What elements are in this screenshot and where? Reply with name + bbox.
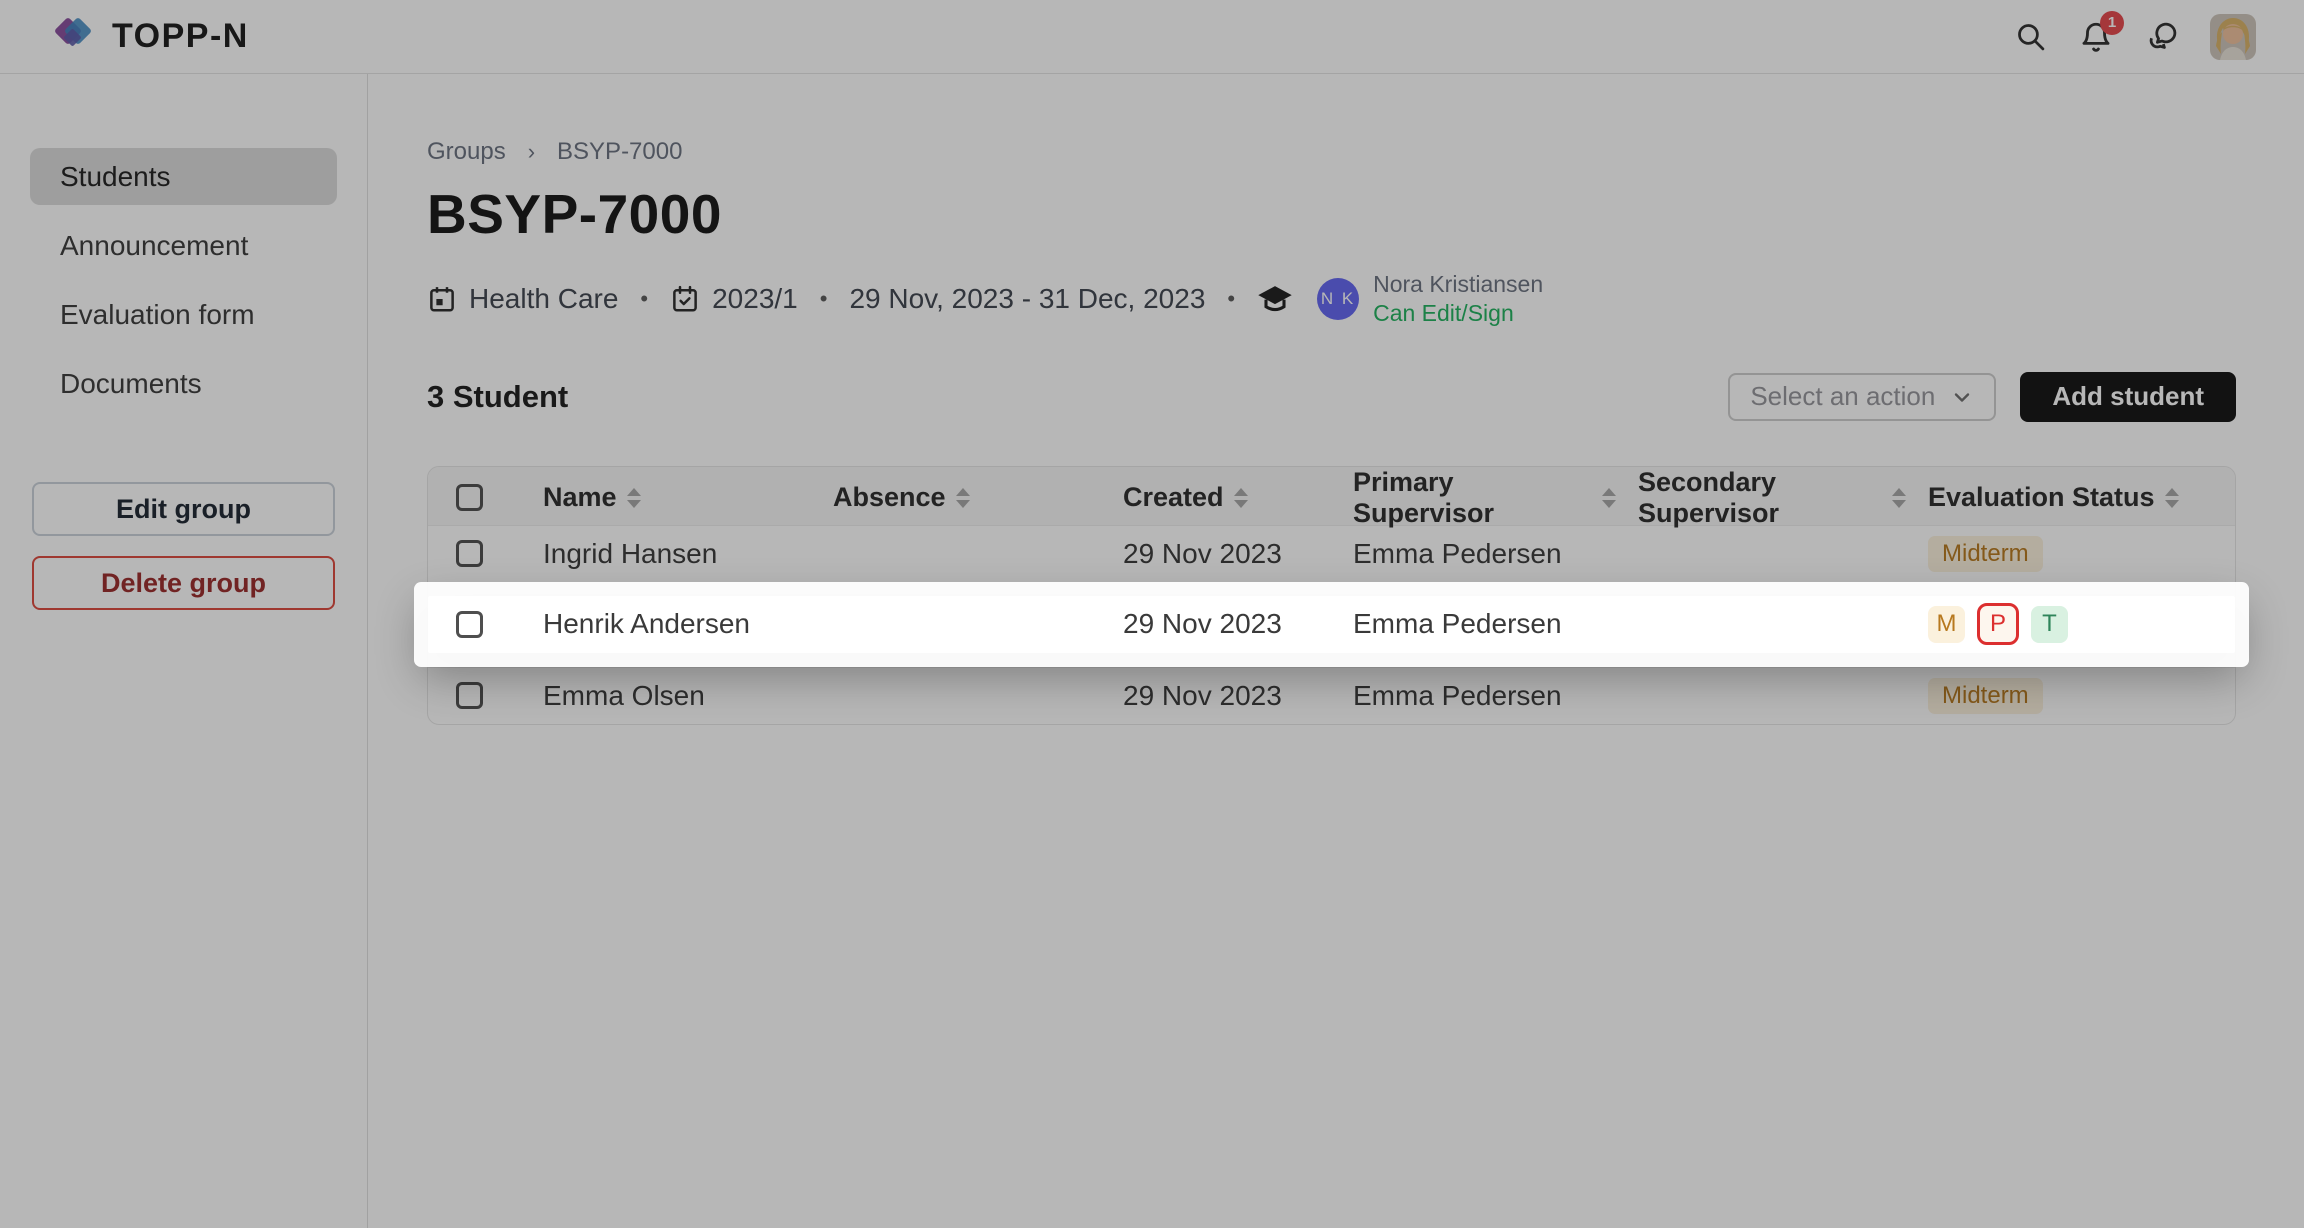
column-header-secondary-supervisor[interactable]: Secondary Supervisor [1616, 467, 1906, 529]
row-checkbox[interactable] [456, 611, 483, 638]
cell-primary-supervisor: Emma Pedersen [1331, 538, 1616, 570]
cell-created: 29 Nov 2023 [1101, 608, 1331, 640]
term-label: 2023/1 [712, 283, 798, 315]
meta-dot: • [1223, 286, 1239, 312]
sidebar-nav: Students Announcement Evaluation form Do… [30, 148, 337, 412]
sidebar-item-evaluation-form[interactable]: Evaluation form [30, 286, 337, 343]
status-badge-m[interactable]: M [1928, 606, 1965, 643]
row-checkbox[interactable] [456, 682, 483, 709]
cell-created: 29 Nov 2023 [1101, 538, 1331, 570]
students-table: Name Absence Created Primary Supervisor [427, 466, 2236, 725]
sort-icon [1234, 488, 1248, 508]
meta-dot: • [816, 286, 832, 312]
toolbar-actions: Select an action Add student [1728, 372, 2236, 422]
program-meta: Health Care [427, 283, 618, 315]
supervisor-info: N K Nora Kristiansen Can Edit/Sign [1317, 270, 1543, 328]
sort-icon [956, 488, 970, 508]
graduation-cap-icon [1257, 283, 1293, 315]
row-checkbox[interactable] [456, 540, 483, 567]
sort-icon [1892, 488, 1906, 508]
breadcrumb: Groups › BSYP-7000 [427, 138, 2236, 166]
table-row[interactable]: Emma Olsen 29 Nov 2023 Emma Pedersen Mid… [428, 667, 2235, 724]
delete-group-button[interactable]: Delete group [32, 556, 335, 610]
cell-evaluation-status: M P T [1906, 603, 2235, 645]
student-count-label: 3 Student [427, 379, 568, 415]
logo[interactable]: TOPP-N [48, 13, 249, 61]
logo-icon [48, 13, 96, 61]
sidebar: Students Announcement Evaluation form Do… [0, 74, 368, 1228]
notification-count-badge: 1 [2100, 11, 2124, 35]
select-all-checkbox[interactable] [456, 484, 483, 511]
sort-icon [627, 488, 641, 508]
calendar-check-icon [670, 284, 700, 314]
action-select-placeholder: Select an action [1750, 381, 1935, 412]
column-header-primary-supervisor[interactable]: Primary Supervisor [1331, 467, 1616, 529]
app-root: TOPP-N 1 [0, 0, 2304, 1228]
term-meta: 2023/1 [670, 283, 798, 315]
column-header-evaluation-status[interactable]: Evaluation Status [1906, 482, 2235, 513]
status-badge-midterm: Midterm [1928, 536, 2043, 572]
program-label: Health Care [469, 283, 618, 315]
topbar: TOPP-N 1 [0, 0, 2304, 74]
add-student-button[interactable]: Add student [2020, 372, 2236, 422]
sidebar-item-announcement[interactable]: Announcement [30, 217, 337, 274]
action-select[interactable]: Select an action [1728, 373, 1996, 421]
meta-dot: • [636, 286, 652, 312]
toolbar: 3 Student Select an action Add student [427, 372, 2236, 422]
page-title: BSYP-7000 [427, 182, 2236, 246]
breadcrumb-groups[interactable]: Groups [427, 138, 506, 166]
logo-text: TOPP-N [112, 17, 249, 56]
sort-icon [1602, 488, 1616, 508]
search-icon[interactable] [2012, 19, 2048, 55]
cell-name: Ingrid Hansen [521, 538, 811, 570]
column-header-name[interactable]: Name [521, 482, 811, 513]
cell-primary-supervisor: Emma Pedersen [1331, 608, 1616, 640]
group-meta: Health Care • 2023/1 • 29 Nov, 2023 - 31… [427, 270, 2236, 328]
layout: Students Announcement Evaluation form Do… [0, 74, 2304, 1228]
breadcrumb-separator-icon: › [528, 139, 535, 165]
status-badge-p[interactable]: P [1977, 603, 2019, 645]
cell-name: Henrik Andersen [521, 608, 811, 640]
topbar-icons: 1 [2012, 14, 2256, 60]
status-badge-midterm: Midterm [1928, 678, 2043, 714]
date-range-label: 29 Nov, 2023 - 31 Dec, 2023 [849, 283, 1205, 315]
main-content: Groups › BSYP-7000 BSYP-7000 Health Care… [368, 74, 2304, 1228]
sidebar-item-documents[interactable]: Documents [30, 355, 337, 412]
sidebar-item-students[interactable]: Students [30, 148, 337, 205]
cell-created: 29 Nov 2023 [1101, 680, 1331, 712]
calendar-icon [427, 284, 457, 314]
notifications-bell-icon[interactable]: 1 [2078, 19, 2114, 55]
column-header-absence[interactable]: Absence [811, 482, 1101, 513]
column-header-created[interactable]: Created [1101, 482, 1331, 513]
cell-name: Emma Olsen [521, 680, 811, 712]
edit-group-button[interactable]: Edit group [32, 482, 335, 536]
table-row-highlighted[interactable]: Henrik Andersen 29 Nov 2023 Emma Pederse… [428, 596, 2235, 653]
supervisor-permission: Can Edit/Sign [1373, 299, 1543, 328]
cell-primary-supervisor: Emma Pedersen [1331, 680, 1616, 712]
sort-icon [2165, 488, 2179, 508]
cell-evaluation-status: Midterm [1906, 678, 2235, 714]
supervisor-avatar: N K [1317, 278, 1359, 320]
table-row[interactable]: Ingrid Hansen 29 Nov 2023 Emma Pedersen … [428, 525, 2235, 582]
user-avatar[interactable] [2210, 14, 2256, 60]
sidebar-buttons: Edit group Delete group [30, 482, 337, 610]
supervisor-name: Nora Kristiansen [1373, 270, 1543, 299]
chevron-down-icon [1950, 385, 1974, 409]
breadcrumb-current: BSYP-7000 [557, 138, 682, 166]
status-badge-t[interactable]: T [2031, 606, 2068, 643]
cell-evaluation-status: Midterm [1906, 536, 2235, 572]
table-header-row: Name Absence Created Primary Supervisor [428, 467, 2235, 525]
chat-icon[interactable] [2144, 19, 2180, 55]
